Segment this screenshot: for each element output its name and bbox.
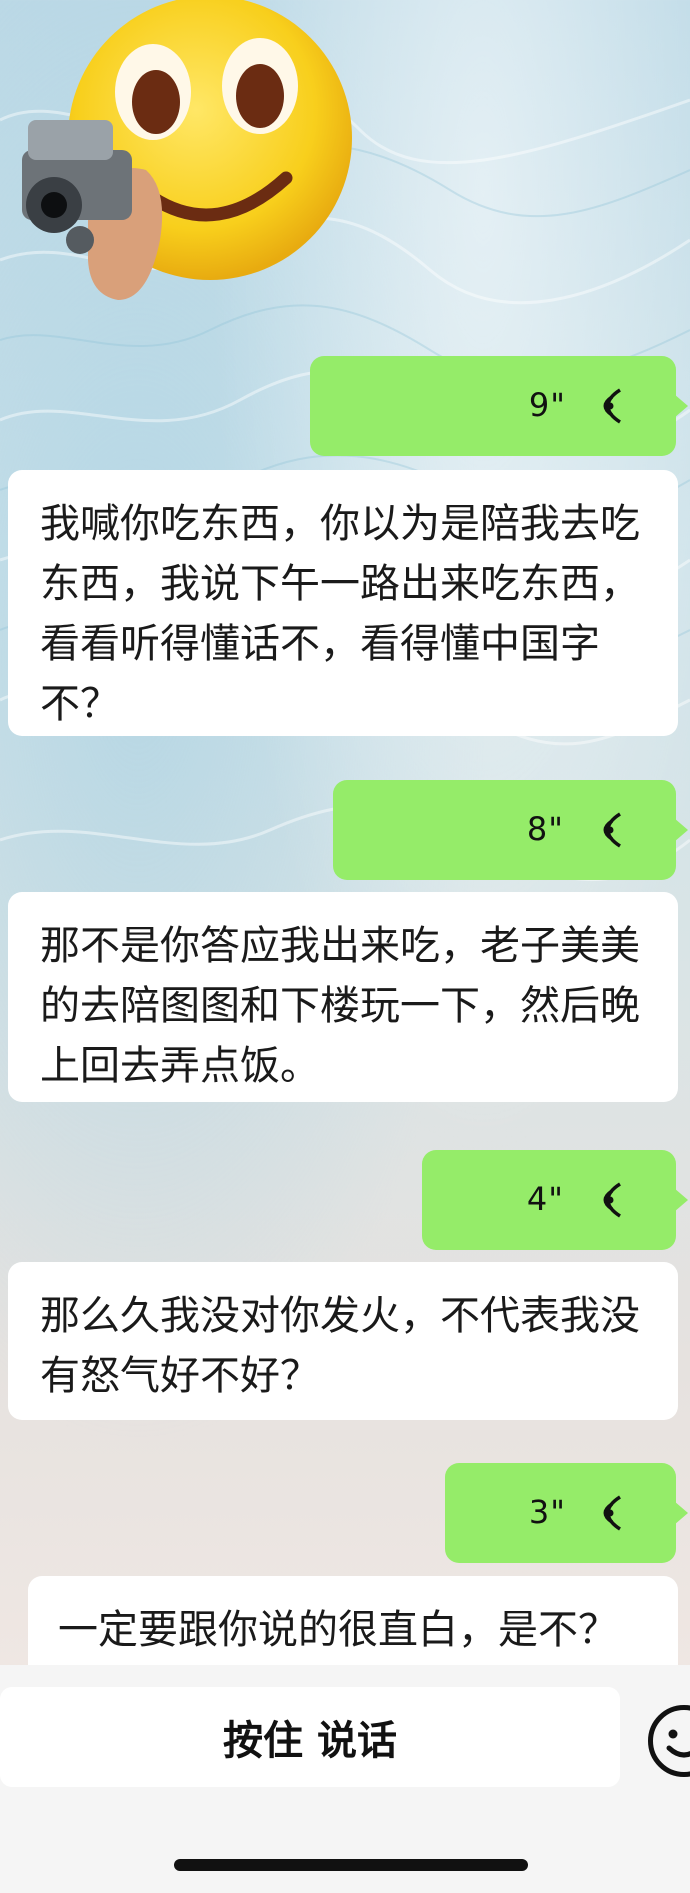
message-text: 那不是你答应我出来吃，老子美美的去陪图图和下楼玩一下，然后晚上回去弄点饭。	[40, 923, 640, 1089]
bubble-tail	[674, 1188, 688, 1212]
voice-message-bubble[interactable]: 9"	[310, 356, 688, 456]
text-message-bubble[interactable]: 我喊你吃东西，你以为是陪我去吃东西，我说下午一路出来吃东西，看看听得懂话不，看得…	[8, 470, 678, 736]
voice-wave-icon	[603, 1495, 621, 1531]
smiley-gun-sticker	[22, 0, 352, 300]
message-text: 一定要跟你说的很直白，是不？	[58, 1607, 618, 1653]
voice-message-bubble[interactable]: 4"	[422, 1150, 688, 1250]
voice-wave-icon	[603, 388, 621, 424]
text-message-bubble[interactable]: 那么久我没对你发火，不代表我没有怒气好不好？	[8, 1262, 678, 1420]
bubble-tail	[674, 818, 688, 842]
emoji-face-icon[interactable]	[648, 1705, 690, 1777]
voice-wave-icon	[603, 1182, 621, 1218]
voice-duration: 8"	[526, 810, 564, 848]
voice-duration: 4"	[526, 1180, 564, 1218]
voice-duration: 3"	[528, 1493, 566, 1531]
hold-to-talk-button[interactable]: 按住 说话	[0, 1687, 620, 1787]
message-text: 那么久我没对你发火，不代表我没有怒气好不好？	[40, 1293, 640, 1399]
message-text: 我喊你吃东西，你以为是陪我去吃东西，我说下午一路出来吃东西，看看听得懂话不，看得…	[40, 501, 640, 727]
voice-message-bubble[interactable]: 8"	[333, 780, 688, 880]
voice-duration: 9"	[528, 386, 566, 424]
voice-wave-icon	[603, 812, 621, 848]
home-indicator[interactable]	[174, 1859, 528, 1871]
text-message-bubble[interactable]: 那不是你答应我出来吃，老子美美的去陪图图和下楼玩一下，然后晚上回去弄点饭。	[8, 892, 678, 1102]
bubble-tail	[674, 1501, 688, 1525]
voice-message-bubble[interactable]: 3"	[445, 1463, 688, 1563]
chat-input-bar: 按住 说话	[0, 1665, 690, 1893]
bubble-tail	[674, 394, 688, 418]
